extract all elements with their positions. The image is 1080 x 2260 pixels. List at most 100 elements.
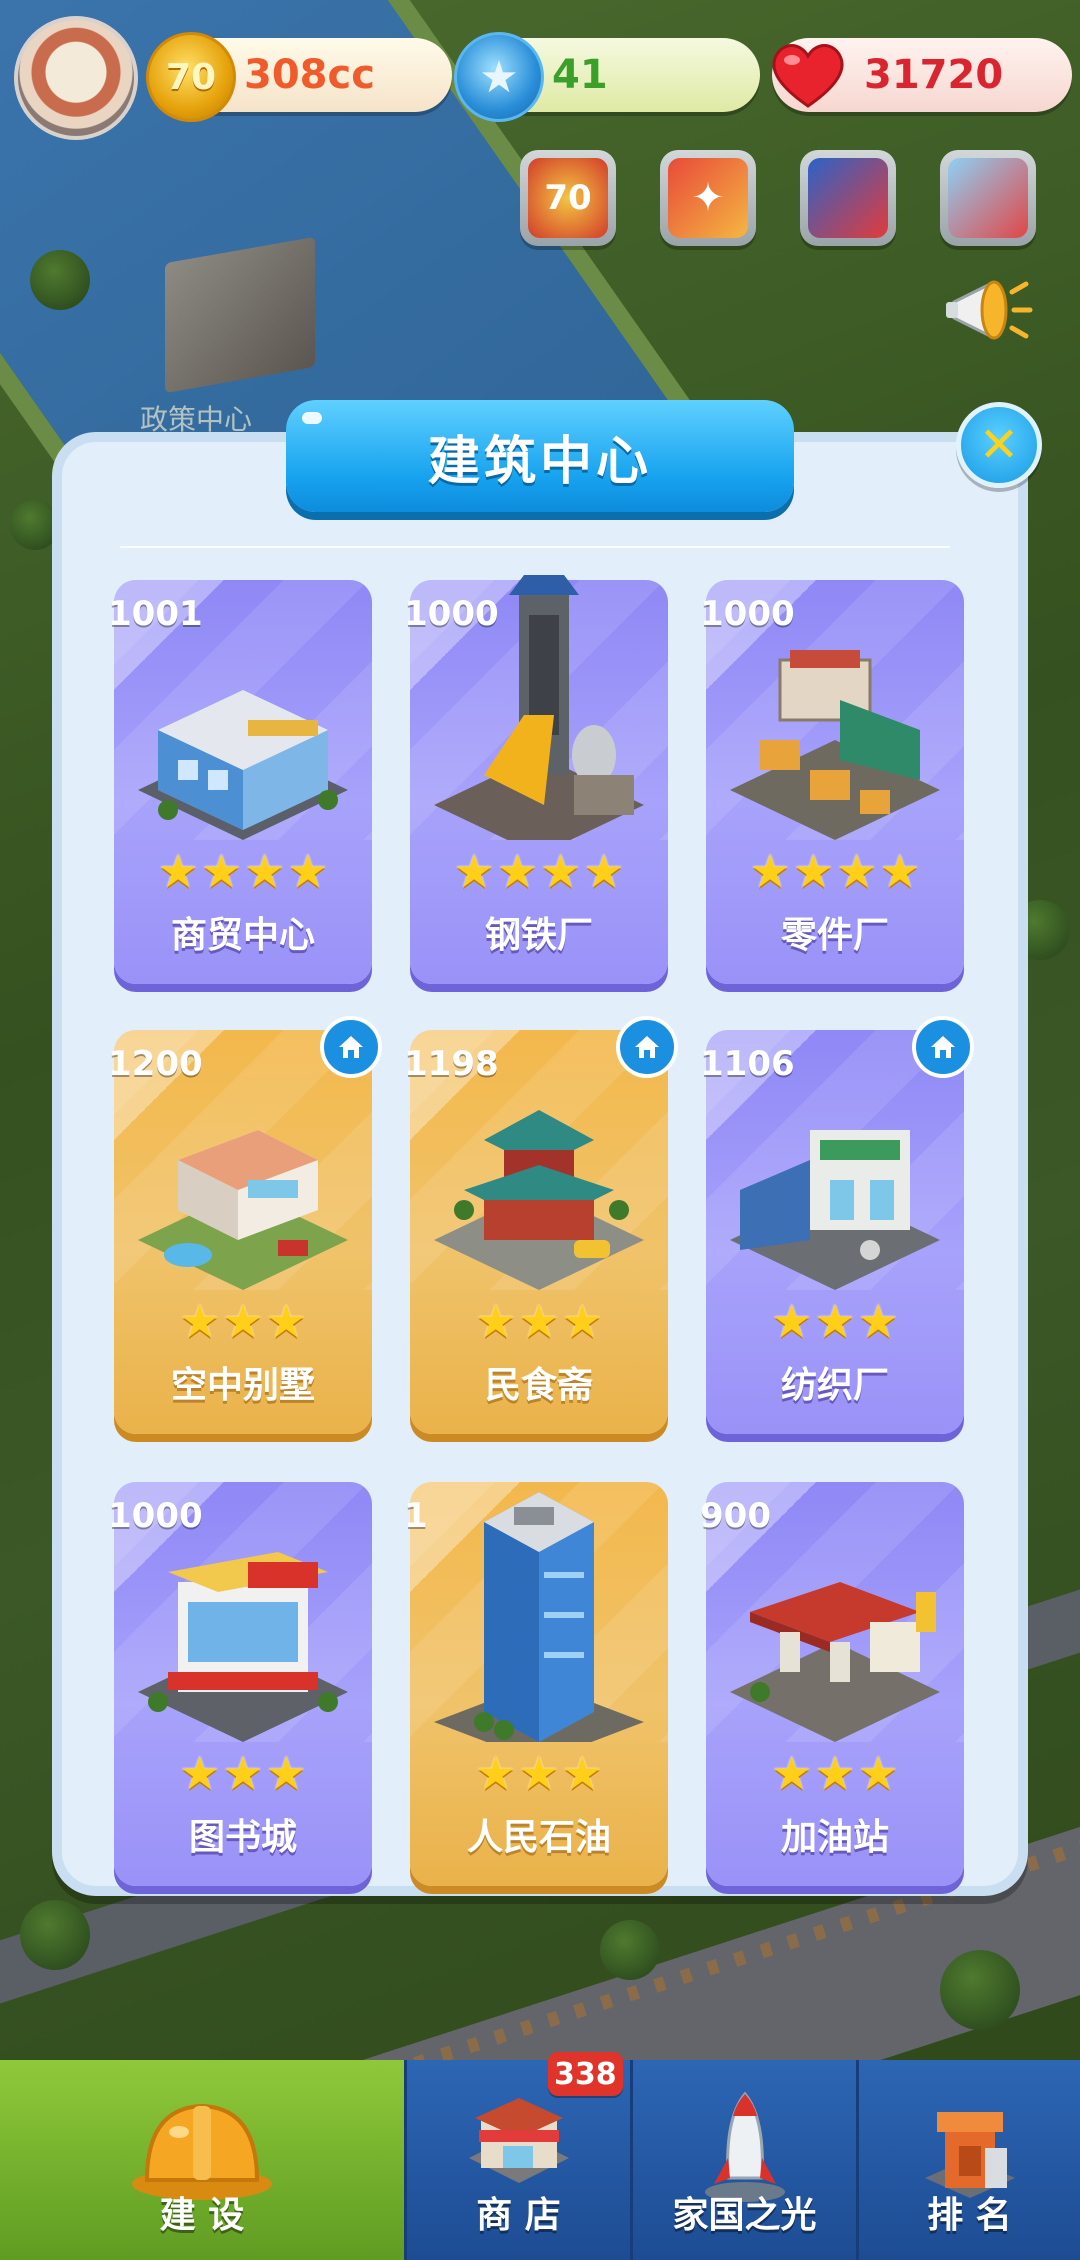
building-name: 图书城 [188, 1817, 297, 1858]
tree [20, 1900, 90, 1970]
character-event-icon[interactable] [940, 150, 1036, 246]
star-icon: ★ [814, 1746, 856, 1800]
bottom-tab-bar: 建 设 商 店 家国之光 排 名 [0, 2060, 1080, 2260]
star-rating: ★ ★ ★ ★ [114, 848, 372, 894]
building-name: 人民石油 [466, 1817, 611, 1858]
building-name: 钢铁厂 [484, 915, 593, 956]
shop-icon [468, 2098, 569, 2183]
star-icon: ★ [222, 1746, 264, 1800]
home-badge[interactable] [912, 1016, 974, 1078]
home-icon [931, 1036, 955, 1058]
building-id: 1001 [108, 594, 203, 634]
star-icon: ★ [453, 844, 495, 898]
building-name: 纺织厂 [780, 1365, 889, 1406]
building-card[interactable]: 1000 ★ ★ ★ ★ 钢铁厂 [404, 575, 668, 984]
star-rating: ★ ★ ★ [706, 1298, 964, 1344]
textile-factory-building-art [730, 1130, 940, 1290]
building-id: 1 [404, 1496, 428, 1536]
heart-counter[interactable]: 31720 [772, 38, 1072, 112]
heart-icon [766, 32, 850, 116]
home-icon [635, 1036, 659, 1058]
minshizhai-restaurant-building-art [434, 1110, 644, 1290]
building-card[interactable]: 1200 ★ ★ ★ 空中别墅 [108, 1016, 382, 1434]
building-card[interactable]: 1001 ★ ★ ★ ★ 商贸中心 [108, 580, 372, 984]
star-counter[interactable]: ★ 41 [454, 32, 760, 122]
star-icon: ★ [265, 1294, 307, 1348]
building-card[interactable]: 900 ★ ★ ★ 加油站 [700, 1482, 964, 1886]
player-avatar[interactable] [14, 16, 138, 140]
star-icon: ★ [265, 1746, 307, 1800]
building-name: 商贸中心 [170, 915, 315, 956]
dialog-title: 建筑中心 [286, 400, 794, 512]
book-city-building-art [138, 1552, 348, 1742]
building-id: 1000 [108, 1496, 203, 1536]
coin-icon: 70 [146, 32, 236, 122]
star-icon: ★ [836, 844, 878, 898]
policy-center-building[interactable] [165, 236, 315, 394]
star-icon: ★ [496, 844, 538, 898]
building-card[interactable]: 1000 ★ ★ ★ 图书城 [108, 1482, 372, 1886]
star-icon: ★ [287, 844, 329, 898]
close-button[interactable]: ✕ [956, 402, 1042, 488]
building-id: 1200 [108, 1044, 203, 1084]
star-rating: ★ ★ ★ [114, 1750, 372, 1796]
tree [30, 250, 90, 310]
star-icon: ★ [454, 32, 544, 122]
star-rating: ★ ★ ★ [410, 1750, 668, 1796]
star-icon: ★ [857, 1294, 899, 1348]
star-icon: ★ [475, 1294, 517, 1348]
building-card[interactable]: 1000 ★ ★ ★ ★ 零件厂 [700, 580, 964, 984]
star-icon: ★ [244, 844, 286, 898]
home-badge[interactable] [320, 1016, 382, 1078]
star-rating: ★ ★ ★ ★ [706, 848, 964, 894]
tree [940, 1950, 1020, 2030]
heart-value: 31720 [864, 52, 1004, 98]
star-icon: ★ [518, 1294, 560, 1348]
tab-ranking[interactable]: 排 名 [856, 2060, 1080, 2260]
home-icon [339, 1036, 363, 1058]
anniversary-70-icon[interactable]: 70 [520, 150, 616, 246]
home-badge[interactable] [616, 1016, 678, 1078]
star-icon: ★ [814, 1294, 856, 1348]
star-icon: ★ [561, 1294, 603, 1348]
tab-national-glory[interactable]: 家国之光 [630, 2060, 856, 2260]
star-value: 41 [552, 52, 608, 98]
building-card[interactable]: 1198 ★ ★ ★ 民食斋 [404, 1016, 678, 1434]
parts-factory-building-art [730, 650, 940, 840]
building-id: 1000 [700, 594, 795, 634]
megaphone-icon[interactable] [940, 262, 1036, 358]
star-rating: ★ ★ ★ [410, 1298, 668, 1344]
star-icon: ★ [561, 1746, 603, 1800]
star-rating: ★ ★ ★ [706, 1750, 964, 1796]
building-id: 1000 [404, 594, 499, 634]
peoples-oil-tower-art [434, 1492, 644, 1742]
star-icon: ★ [540, 844, 582, 898]
sky-villa-building-art [138, 1130, 348, 1290]
handshake-event-icon[interactable]: ✦ [660, 150, 756, 246]
star-icon: ★ [749, 844, 791, 898]
star-icon: ★ [222, 1294, 264, 1348]
tab-label: 建 设 [159, 2195, 245, 2236]
star-icon: ★ [179, 1294, 221, 1348]
tab-label: 排 名 [927, 2195, 1012, 2236]
close-icon: ✕ [978, 417, 1020, 473]
building-id: 900 [700, 1496, 771, 1536]
star-icon: ★ [200, 844, 242, 898]
building-id: 1106 [700, 1044, 795, 1084]
building-card[interactable]: 1 ★ ★ ★ 人民石油 [404, 1482, 668, 1886]
tree [600, 1920, 660, 1980]
star-icon: ★ [518, 1746, 560, 1800]
star-icon: ★ [583, 844, 625, 898]
star-rating: ★ ★ ★ ★ [410, 848, 668, 894]
building-card[interactable]: 1106 ★ ★ ★ 纺织厂 [700, 1016, 974, 1434]
tab-build[interactable]: 建 设 [0, 2060, 404, 2260]
star-icon: ★ [157, 844, 199, 898]
star-icon: ★ [792, 844, 834, 898]
hero-event-icon[interactable] [800, 150, 896, 246]
trade-center-building-art [138, 690, 348, 840]
building-name: 加油站 [780, 1817, 889, 1858]
tab-label: 商 店 [476, 2195, 561, 2236]
star-icon: ★ [475, 1746, 517, 1800]
coin-counter[interactable]: 70 308cc [146, 32, 452, 122]
star-icon: ★ [179, 1746, 221, 1800]
